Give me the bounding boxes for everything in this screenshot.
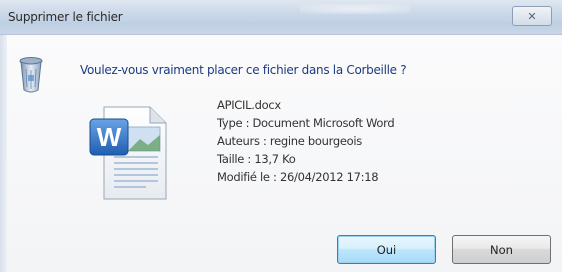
word-document-icon: W <box>89 106 167 200</box>
close-icon: ✕ <box>527 10 537 23</box>
file-details: APICIL.docx Type : Document Microsoft Wo… <box>217 96 395 186</box>
dialog-title: Supprimer le fichier <box>8 10 123 24</box>
file-name: APICIL.docx <box>217 98 281 112</box>
title-bar[interactable]: Supprimer le fichier ✕ <box>0 0 562 35</box>
title-bar-glow <box>300 4 410 14</box>
window-left-border <box>0 35 7 272</box>
recycle-bin-icon <box>19 57 43 93</box>
file-modified-date: Modifié le : 26/04/2012 17:18 <box>217 170 379 184</box>
close-button[interactable]: ✕ <box>512 6 552 26</box>
delete-file-dialog: Supprimer le fichier ✕ Voulez-vous vraim… <box>0 0 562 272</box>
no-button[interactable]: Non <box>452 235 551 264</box>
yes-button[interactable]: Oui <box>337 235 436 264</box>
file-authors: Auteurs : regine bourgeois <box>217 134 362 148</box>
svg-text:W: W <box>97 122 122 152</box>
confirmation-message: Voulez-vous vraiment placer ce fichier d… <box>80 63 407 77</box>
file-type: Type : Document Microsoft Word <box>217 116 395 130</box>
file-size: Taille : 13,7 Ko <box>217 152 296 166</box>
